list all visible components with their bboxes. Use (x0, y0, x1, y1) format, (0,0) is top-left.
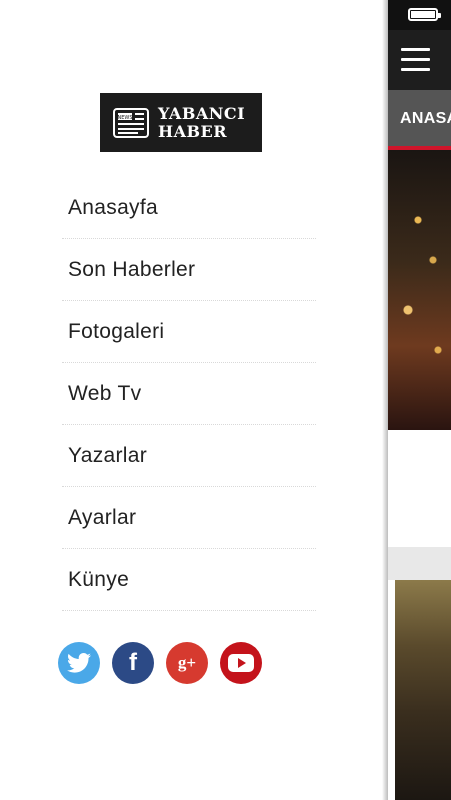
navigation-drawer: NEWS YABANCI HABER Anasayfa Son Haberler… (0, 0, 388, 800)
menu-item-anasayfa[interactable]: Anasayfa (62, 177, 316, 239)
menu-item-kunye[interactable]: Künye (62, 549, 316, 611)
menu-icon[interactable] (401, 48, 430, 71)
menu-item-fotogaleri[interactable]: Fotogaleri (62, 301, 316, 363)
youtube-button[interactable] (220, 642, 262, 684)
newspaper-icon: NEWS (113, 107, 149, 138)
status-bar (388, 0, 451, 30)
app-logo[interactable]: NEWS YABANCI HABER (100, 93, 262, 152)
drawer-menu: Anasayfa Son Haberler Fotogaleri Web Tv … (62, 177, 316, 611)
main-content[interactable]: ANASAYFA (388, 0, 451, 800)
hero-caption-area (388, 430, 451, 547)
app-bar (388, 30, 451, 90)
section-divider (388, 547, 451, 580)
twitter-icon (67, 653, 91, 673)
menu-item-yazarlar[interactable]: Yazarlar (62, 425, 316, 487)
social-links: f g+ (58, 642, 262, 684)
logo-icon-text: NEWS (117, 115, 132, 121)
google-plus-button[interactable]: g+ (166, 642, 208, 684)
battery-icon (408, 8, 441, 21)
menu-item-web-tv[interactable]: Web Tv (62, 363, 316, 425)
menu-item-son-haberler[interactable]: Son Haberler (62, 239, 316, 301)
menu-item-ayarlar[interactable]: Ayarlar (62, 487, 316, 549)
facebook-button[interactable]: f (112, 642, 154, 684)
tab-anasayfa[interactable]: ANASAYFA (400, 110, 451, 128)
news-card-image[interactable] (395, 580, 451, 800)
twitter-button[interactable] (58, 642, 100, 684)
youtube-icon (228, 654, 254, 672)
logo-text: YABANCI HABER (158, 103, 246, 141)
hero-image[interactable] (388, 150, 451, 430)
logo-line-1: YABANCI (158, 103, 246, 123)
facebook-icon: f (129, 649, 137, 676)
google-plus-icon: g+ (177, 653, 197, 672)
logo-line-2: HABER (158, 121, 228, 141)
tab-bar: ANASAYFA (388, 90, 451, 146)
